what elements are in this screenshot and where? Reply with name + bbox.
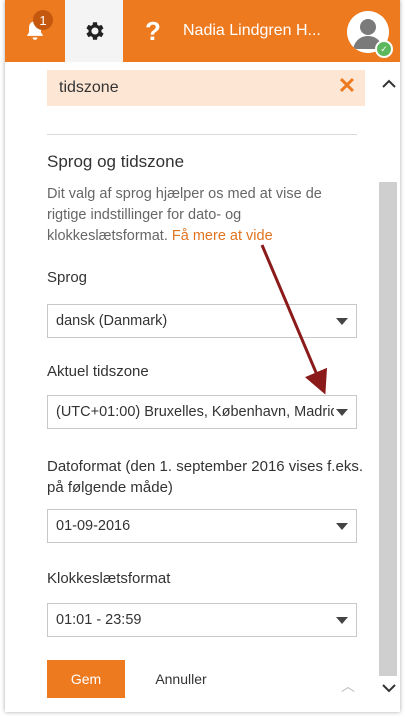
- notifications-button[interactable]: 1: [5, 0, 65, 62]
- date-format-select[interactable]: 01-09-2016: [47, 509, 357, 543]
- chevron-down-icon: [336, 409, 348, 416]
- chevron-down-icon: [381, 684, 396, 693]
- gear-icon: [86, 22, 104, 40]
- scrollbar-thumb[interactable]: [379, 182, 397, 676]
- settings-search-box[interactable]: tidszone ✕: [47, 70, 365, 106]
- language-value: dansk (Danmark): [56, 313, 168, 329]
- learn-more-link[interactable]: Få mere at vide: [172, 228, 273, 244]
- help-button[interactable]: ?: [123, 0, 183, 62]
- chevron-down-icon: [336, 617, 348, 624]
- language-label: Sprog: [47, 269, 88, 286]
- close-icon[interactable]: ✕: [335, 72, 359, 100]
- scroll-down-button[interactable]: [377, 678, 400, 698]
- divider: [47, 134, 357, 135]
- timezone-select[interactable]: (UTC+01:00) Bruxelles, København, Madrid…: [47, 395, 357, 429]
- date-format-label: Datoformat (den 1. september 2016 vises …: [47, 458, 363, 496]
- chevron-down-icon: [336, 523, 348, 530]
- notification-badge: 1: [33, 10, 53, 30]
- chevron-down-icon: [336, 318, 348, 325]
- time-format-label: Klokkeslætsformat: [47, 570, 171, 587]
- save-button[interactable]: Gem: [47, 660, 125, 698]
- section-title: Sprog og tidszone: [47, 152, 185, 171]
- user-name[interactable]: Nadia Lindgren H...: [183, 0, 343, 62]
- time-format-select[interactable]: 01:01 - 23:59: [47, 603, 357, 637]
- search-input[interactable]: tidszone: [59, 79, 119, 97]
- timezone-value: (UTC+01:00) Bruxelles, København, Madrid…: [56, 404, 334, 420]
- settings-window: 1 ? Nadia Lindgren H... ✓ tidszone ✕ Spr…: [5, 0, 400, 712]
- scrollbar[interactable]: [377, 62, 400, 712]
- scroll-up-button[interactable]: [377, 74, 400, 94]
- time-format-value: 01:01 - 23:59: [56, 612, 142, 628]
- chevron-up-icon[interactable]: ︿: [341, 676, 355, 696]
- top-bar: 1 ? Nadia Lindgren H... ✓: [5, 0, 400, 62]
- section-description: Dit valg af sprog hjælper os med at vise…: [47, 184, 347, 247]
- cancel-button[interactable]: Annuller: [137, 660, 225, 698]
- chevron-up-icon: [381, 79, 396, 88]
- timezone-label: Aktuel tidszone: [47, 363, 149, 380]
- date-format-value: 01-09-2016: [56, 518, 131, 534]
- settings-panel: tidszone ✕ Sprog og tidszone Dit valg af…: [5, 62, 377, 712]
- presence-available-icon: ✓: [375, 40, 393, 58]
- language-select[interactable]: dansk (Danmark): [47, 304, 357, 338]
- settings-button[interactable]: [65, 0, 123, 62]
